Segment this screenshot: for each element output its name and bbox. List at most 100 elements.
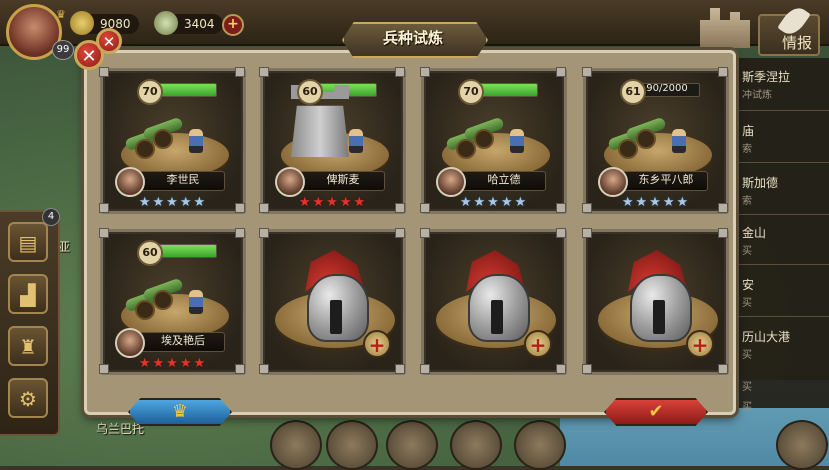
close-button-secondary[interactable]: ✕: [96, 28, 122, 54]
card-corner: [395, 364, 405, 374]
divider: [737, 110, 829, 111]
event-title[interactable]: 斯季涅拉: [742, 68, 790, 85]
locked-slot[interactable]: +: [582, 228, 729, 375]
cannon-wheel: [135, 300, 155, 320]
card-corner: [582, 364, 592, 374]
food-icon: [154, 11, 178, 35]
event-title[interactable]: 安: [742, 276, 754, 293]
card-corner: [420, 364, 430, 374]
card-corner: [395, 67, 405, 77]
unit-level: 70: [458, 79, 484, 105]
locked-slot[interactable]: +: [420, 228, 567, 375]
unit-level: 60: [297, 79, 323, 105]
scroll-dock-icon[interactable]: [514, 420, 566, 470]
podium-icon[interactable]: ▟: [8, 274, 48, 314]
back-arrow-icon[interactable]: [776, 420, 828, 470]
card-corner: [99, 228, 109, 238]
card-corner: [718, 364, 728, 374]
helmet-slot: [330, 300, 342, 334]
ring-dock-icon[interactable]: [326, 420, 378, 470]
helmet-slot: [653, 300, 665, 334]
food-amount: 3404: [184, 17, 215, 31]
unit-level: 70: [137, 79, 163, 105]
soldier-icon: [189, 129, 203, 153]
hero-portrait: [115, 328, 145, 358]
hero-name: 俾斯麦: [326, 173, 360, 186]
film-icon[interactable]: ▤: [8, 222, 48, 262]
star-rating: ★★★★★: [298, 195, 368, 210]
unit-card[interactable]: 61 90/2000 东乡平八郎 ★★★★★: [582, 67, 729, 214]
vip-crown-icon: ♛: [56, 8, 66, 21]
unit-level: 60: [137, 240, 163, 266]
card-corner: [235, 67, 245, 77]
star-rating: ★★★★★: [459, 195, 529, 210]
crown-icon: ♛: [171, 401, 189, 422]
event-subtitle: 索: [742, 144, 752, 155]
unit-level: 61: [620, 79, 646, 105]
unit-card[interactable]: 60 埃及艳后 ★★★★★: [99, 228, 246, 375]
locked-slot[interactable]: +: [259, 228, 406, 375]
trophy-icon[interactable]: ♜: [8, 326, 48, 366]
add-resource-button[interactable]: +: [222, 14, 244, 36]
card-corner: [556, 228, 566, 238]
event-title[interactable]: 历山大港: [742, 328, 790, 345]
soldier-icon: [672, 129, 686, 153]
event-subtitle: 买: [742, 402, 752, 413]
card-corner: [395, 228, 405, 238]
card-corner: [556, 364, 566, 374]
event-subtitle: 买: [742, 382, 752, 393]
star-rating: ★★★★★: [138, 195, 208, 210]
hero-name: 哈立德: [487, 173, 521, 186]
divider: [737, 162, 829, 163]
add-unit-button[interactable]: +: [524, 330, 552, 358]
cannon-wheel: [135, 139, 155, 159]
card-corner: [259, 364, 269, 374]
notification-badge: 4: [42, 208, 60, 226]
event-list: 斯季涅拉 冲试炼 庙 索 斯加德 索 金山 买 安 买 历山大港 买 买 买: [737, 58, 829, 413]
hero-name: 东乡平八郎: [638, 173, 694, 186]
hero-name: 埃及艳后: [161, 334, 205, 347]
chest-dock-icon[interactable]: [450, 420, 502, 470]
card-corner: [235, 228, 245, 238]
weapons-dock-icon[interactable]: [386, 420, 438, 470]
gold-coin-icon: [70, 11, 94, 35]
event-title[interactable]: 斯加德: [742, 174, 778, 191]
star-rating: ★★★★★: [138, 356, 208, 371]
cannon-wheel: [153, 290, 173, 310]
card-corner: [718, 67, 728, 77]
card-corner: [582, 228, 592, 238]
soldier-icon: [510, 129, 524, 153]
unit-card[interactable]: 70 哈立德 ★★★★★: [420, 67, 567, 214]
cannon-wheel: [474, 129, 494, 149]
hero-name: 李世民: [166, 173, 200, 186]
card-corner: [420, 67, 430, 77]
event-subtitle: 买: [742, 298, 752, 309]
cannon-wheel: [456, 139, 476, 159]
cannon-wheel: [153, 129, 173, 149]
star-rating: ★★★★★: [621, 195, 691, 210]
event-title[interactable]: 庙: [742, 122, 754, 139]
hero-portrait: [115, 167, 145, 197]
card-corner: [259, 67, 269, 77]
helmet-slot: [491, 300, 503, 334]
divider: [737, 214, 829, 215]
cannon-wheel: [618, 139, 638, 159]
card-corner: [718, 228, 728, 238]
event-title[interactable]: 金山: [742, 224, 766, 241]
siege-tower-icon: [291, 105, 349, 157]
card-corner: [556, 67, 566, 77]
gear-icon[interactable]: ⚙: [8, 378, 48, 418]
panel-title: 兵种试炼: [382, 29, 443, 47]
check-icon: ✔: [648, 401, 664, 422]
food-resource: 3404: [154, 11, 223, 35]
unit-card[interactable]: 70 李世民 ★★★★★: [99, 67, 246, 214]
add-unit-button[interactable]: +: [686, 330, 714, 358]
unit-card[interactable]: 60 俾斯麦 ★★★★★: [259, 67, 406, 214]
helmet-dock-icon[interactable]: [270, 420, 322, 470]
card-corner: [99, 67, 109, 77]
add-unit-button[interactable]: +: [363, 330, 391, 358]
cannon-wheel: [636, 129, 656, 149]
hero-portrait: [275, 167, 305, 197]
event-subtitle: 索: [742, 196, 752, 207]
soldier-icon: [349, 129, 363, 153]
